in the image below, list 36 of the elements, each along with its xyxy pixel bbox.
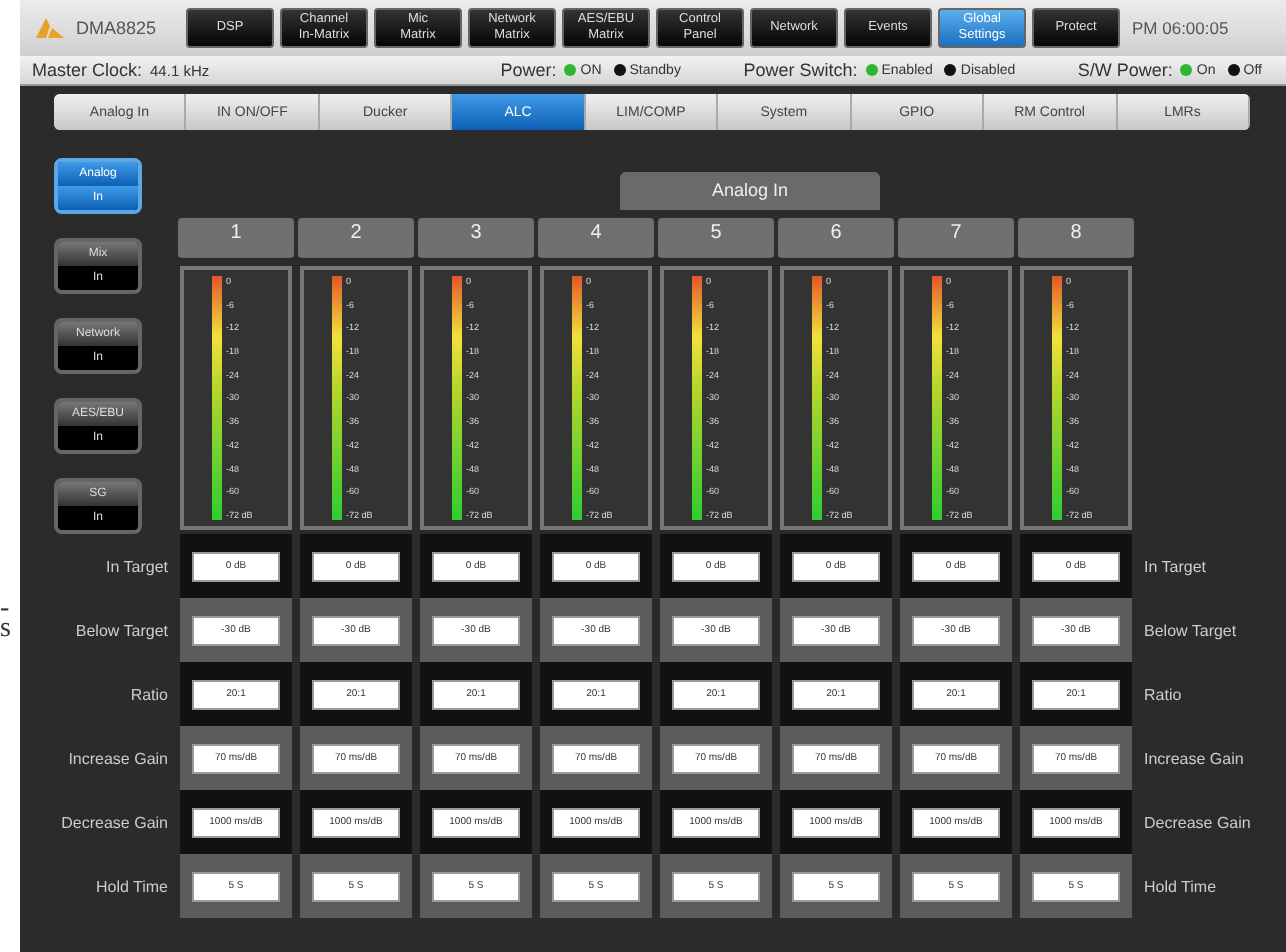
margin-text: s [0, 620, 11, 640]
channel-header: 5 [658, 218, 774, 258]
row-label: Decrease Gain [1144, 811, 1253, 835]
channel-header: 1 [178, 218, 294, 258]
radio-dot[interactable] [865, 64, 878, 76]
row-label: Hold Time [1144, 875, 1219, 899]
radio-dot[interactable] [1227, 64, 1240, 76]
radio-dot[interactable] [1180, 64, 1193, 76]
panel-title: Analog In [620, 172, 880, 210]
status-label: Master Clock: [32, 60, 143, 80]
row-label: Ratio [1144, 683, 1184, 707]
row-label: Decrease Gain [61, 811, 168, 835]
product-name: DMA8825 [76, 18, 157, 38]
radio-dot[interactable] [944, 64, 957, 76]
channel-header: 7 [898, 218, 1014, 258]
status-label: S/W Power: [1077, 60, 1173, 80]
status-label: Power: [500, 60, 557, 80]
channel-header: 2 [298, 218, 414, 258]
radio-dot[interactable] [613, 64, 626, 76]
row-label: Ratio [130, 683, 168, 707]
row-label: In Target [106, 555, 168, 580]
row-label: Hold Time [95, 875, 168, 899]
row-label: Below Target [75, 619, 168, 644]
channel-header: 8 [1018, 218, 1134, 258]
row-label: Below Target [1144, 619, 1239, 644]
row-label: Increase Gain [1144, 747, 1246, 771]
clock-time: PM 06:00:05 [1132, 18, 1229, 38]
channel-header: 6 [778, 218, 894, 258]
row-label: In Target [1144, 555, 1208, 580]
logo-icon [36, 18, 64, 38]
status-label: Power Switch: [743, 60, 858, 80]
radio-dot[interactable] [564, 64, 577, 76]
margin-text: - [0, 600, 10, 620]
channel-header: 3 [418, 218, 534, 258]
channel-header: 4 [538, 218, 654, 258]
row-label: Increase Gain [68, 747, 168, 771]
